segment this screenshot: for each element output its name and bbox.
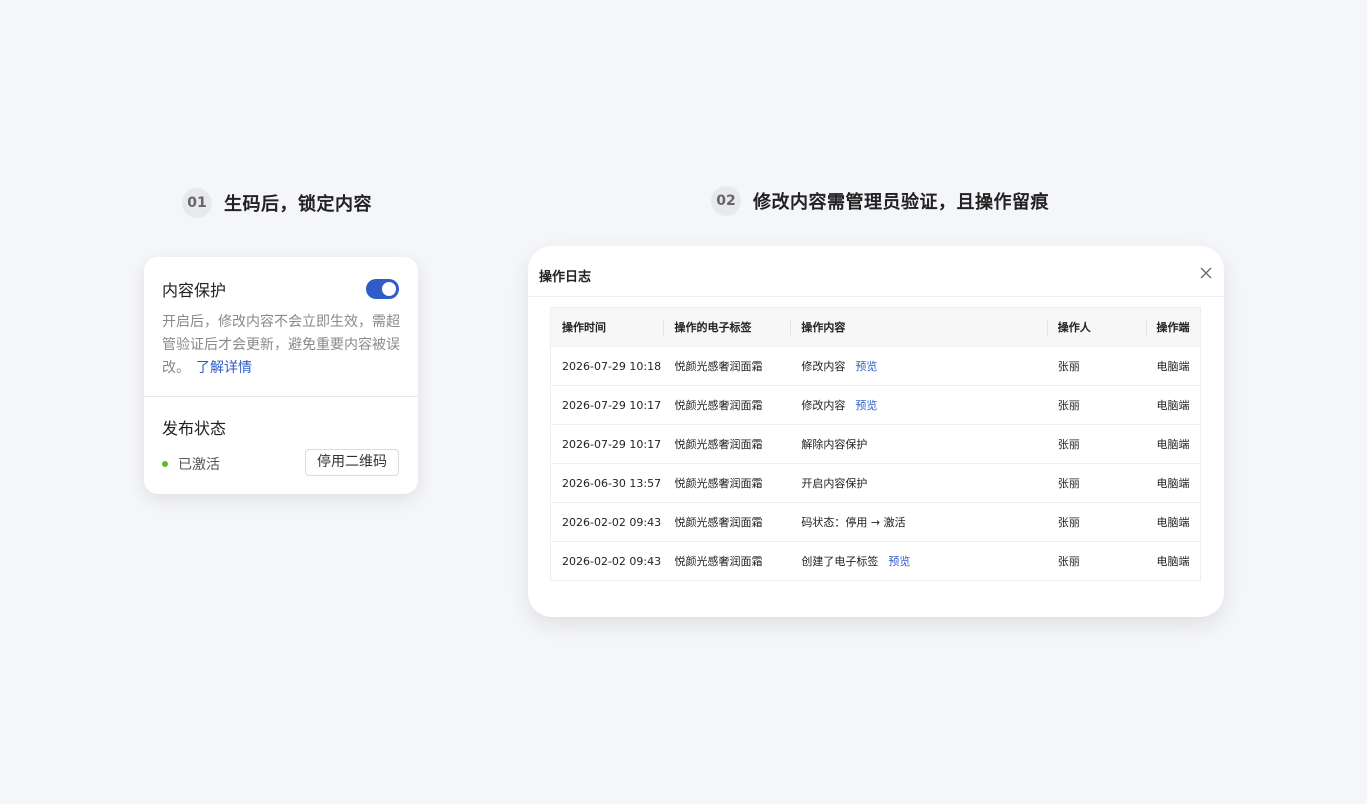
protection-toggle[interactable] — [366, 279, 399, 299]
column-header-time: 操作时间 — [562, 321, 606, 334]
section-title: 生码后，锁定内容 — [224, 194, 372, 215]
cell-content: 码状态：停用 → 激活 — [801, 516, 906, 529]
table-row: 2026-07-29 10:18 悦颜光感奢润面霜 修改内容 预览 张丽 电脑端 — [550, 346, 1201, 386]
cell-client: 电脑端 — [1156, 477, 1190, 490]
cell-tag: 悦颜光感奢润面霜 — [674, 360, 763, 373]
table-row: 2026-07-29 10:17 悦颜光感奢润面霜 解除内容保护 张丽 电脑端 — [550, 424, 1201, 464]
preview-link[interactable]: 预览 — [855, 360, 877, 373]
operation-log-table: 操作时间 操作的电子标签 操作内容 操作人 操作端 2026-07-29 10:… — [550, 307, 1201, 581]
publish-status-section: 发布状态 已激活 停用二维码 — [144, 397, 418, 476]
cell-operator: 张丽 — [1057, 399, 1080, 412]
protection-description: 开启后，修改内容不会立即生效，需超管验证后才会更新，避免重要内容被误改。 了解详情 — [162, 311, 400, 380]
section-1-heading: 01 生码后，锁定内容 — [182, 188, 372, 218]
table-row: 2026-02-02 09:43 悦颜光感奢润面霜 码状态：停用 → 激活 张丽… — [550, 502, 1201, 542]
table-row: 2026-07-29 10:17 悦颜光感奢润面霜 修改内容 预览 张丽 电脑端 — [550, 385, 1201, 425]
cell-client: 电脑端 — [1156, 555, 1190, 568]
cell-time: 2026-02-02 09:43 — [562, 515, 662, 529]
cell-tag: 悦颜光感奢润面霜 — [674, 438, 763, 451]
dialog-header: 操作日志 — [528, 246, 1224, 297]
status-text: 已激活 — [178, 457, 220, 473]
cell-operator: 张丽 — [1057, 555, 1080, 568]
column-header-operator: 操作人 — [1046, 308, 1146, 347]
cell-time: 2026-07-29 10:18 — [562, 359, 662, 373]
column-header-content: 操作内容 — [790, 308, 1046, 347]
cell-client: 电脑端 — [1156, 516, 1190, 529]
table-row: 2026-06-30 13:57 悦颜光感奢润面霜 开启内容保护 张丽 电脑端 — [550, 463, 1201, 503]
cell-tag: 悦颜光感奢润面霜 — [674, 516, 763, 529]
cell-client: 电脑端 — [1156, 399, 1190, 412]
protection-title: 内容保护 — [162, 281, 227, 300]
column-header-tag: 操作的电子标签 — [663, 308, 790, 347]
table-header-row: 操作时间 操作的电子标签 操作内容 操作人 操作端 — [550, 307, 1201, 347]
close-icon[interactable] — [1200, 267, 1212, 279]
cell-content: 解除内容保护 — [801, 438, 868, 451]
cell-content: 修改内容 预览 — [801, 360, 878, 373]
section-number-badge: 02 — [711, 186, 741, 216]
table-row: 2026-02-02 09:43 悦颜光感奢润面霜 创建了电子标签 预览 张丽 电… — [550, 541, 1201, 581]
cell-content: 创建了电子标签 预览 — [801, 555, 911, 568]
cell-client: 电脑端 — [1156, 438, 1190, 451]
status-dot-icon — [162, 461, 168, 467]
cell-operator: 张丽 — [1057, 516, 1080, 529]
cell-tag: 悦颜光感奢润面霜 — [674, 477, 763, 490]
cell-time: 2026-07-29 10:17 — [562, 398, 662, 412]
cell-client: 电脑端 — [1156, 360, 1190, 373]
protection-setting: 内容保护 开启后，修改内容不会立即生效，需超管验证后才会更新，避免重要内容被误改… — [144, 257, 418, 396]
cell-time: 2026-07-29 10:17 — [562, 437, 662, 451]
cell-tag: 悦颜光感奢润面霜 — [674, 399, 763, 412]
cell-operator: 张丽 — [1057, 360, 1080, 373]
publish-status-label: 发布状态 — [162, 419, 227, 438]
operation-log-dialog: 操作日志 操作时间 操作的电子标签 操作内容 操作人 操作端 2026-07-2… — [528, 246, 1224, 617]
section-2-heading: 02 修改内容需管理员验证，且操作留痕 — [711, 186, 1049, 216]
cell-time: 2026-02-02 09:43 — [562, 554, 662, 568]
section-number-badge: 01 — [182, 188, 212, 218]
cell-content: 修改内容 预览 — [801, 399, 878, 412]
column-header-client: 操作端 — [1145, 308, 1201, 347]
cell-operator: 张丽 — [1057, 477, 1080, 490]
disable-qrcode-button[interactable]: 停用二维码 — [305, 449, 399, 476]
section-title: 修改内容需管理员验证，且操作留痕 — [753, 192, 1049, 213]
preview-link[interactable]: 预览 — [855, 399, 877, 412]
cell-tag: 悦颜光感奢润面霜 — [674, 555, 763, 568]
cell-time: 2026-06-30 13:57 — [562, 476, 662, 490]
toggle-knob — [382, 282, 396, 296]
cell-content: 开启内容保护 — [801, 477, 868, 490]
dialog-title: 操作日志 — [539, 270, 592, 285]
cell-operator: 张丽 — [1057, 438, 1080, 451]
learn-more-link[interactable]: 了解详情 — [196, 360, 252, 376]
preview-link[interactable]: 预览 — [888, 555, 910, 568]
content-protection-card: 内容保护 开启后，修改内容不会立即生效，需超管验证后才会更新，避免重要内容被误改… — [144, 257, 418, 494]
